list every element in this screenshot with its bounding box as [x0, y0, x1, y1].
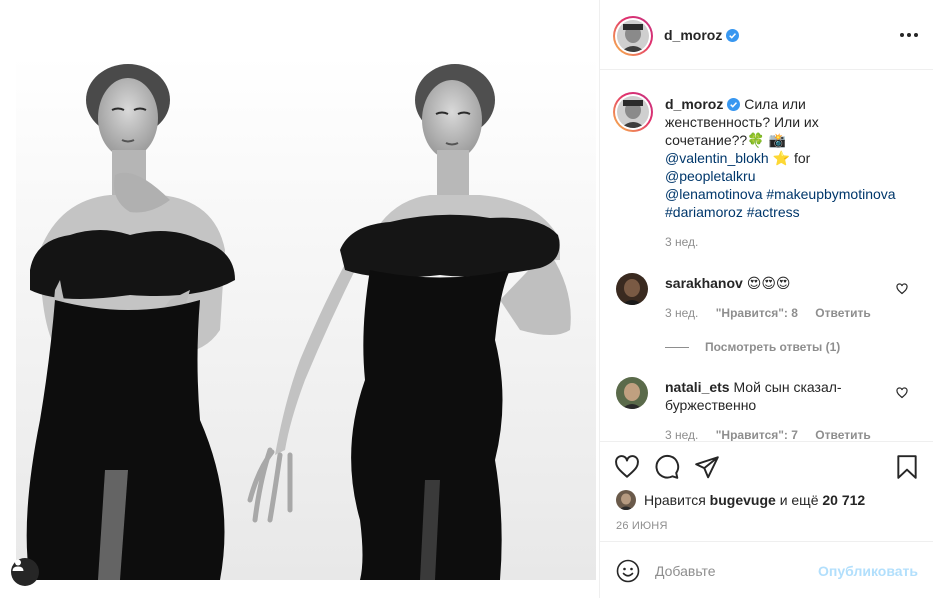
comment-username[interactable]: sarakhanov [665, 275, 743, 291]
comment-meta: 3 нед. "Нравится": 7 Ответить [665, 428, 885, 441]
post-photo[interactable] [0, 0, 599, 598]
post-header: d_moroz [600, 0, 933, 70]
hashtag-link[interactable]: #makeupbymotinova [766, 186, 895, 202]
comment-like-icon[interactable] [896, 283, 908, 295]
post-date[interactable]: 26 ИЮНЯ [616, 520, 668, 532]
reply-button[interactable]: Ответить [815, 306, 870, 320]
likes-count[interactable]: 20 712 [822, 492, 865, 508]
comment-composer: Опубликовать [600, 541, 933, 598]
reply-button[interactable]: Ответить [815, 428, 870, 441]
commenter-avatar[interactable] [616, 273, 648, 305]
commenter-avatar[interactable] [616, 377, 648, 409]
caption-text-3: сочетание??🍀 📸 [665, 132, 786, 148]
comments-list[interactable]: d_moroz Сила или женственность? Или их с… [600, 71, 933, 441]
comment-username[interactable]: natali_ets [665, 379, 730, 395]
author-username: d_moroz [664, 27, 723, 43]
comment-likes[interactable]: "Нравится": 8 [716, 306, 798, 320]
caption-author[interactable]: d_moroz [665, 96, 723, 112]
publish-button[interactable]: Опубликовать [818, 563, 918, 579]
comment-likes[interactable]: "Нравится": 7 [716, 428, 798, 441]
heart-icon[interactable] [614, 454, 640, 480]
mention-link[interactable]: @peopletalkru [665, 168, 756, 184]
hashtag-link[interactable]: #dariamoroz [665, 204, 743, 220]
comment-text: 😍😍😍 [746, 275, 791, 291]
comment-body: natali_ets Мой сын сказал- буржественно [665, 378, 875, 414]
author-avatar[interactable] [613, 16, 653, 56]
comment-meta: 3 нед. "Нравится": 8 Ответить [665, 306, 885, 320]
comment-input[interactable] [655, 560, 820, 582]
likes-middle: и ещё [779, 492, 819, 508]
comment-time[interactable]: 3 нед. [665, 306, 698, 320]
user-tag-icon[interactable] [11, 558, 39, 586]
mention-link[interactable]: @lenamotinova [665, 186, 763, 202]
likes-summary[interactable]: Нравится bugevuge и ещё 20 712 [616, 490, 865, 510]
post-panel: d_moroz d_moroz Сила или женственность? … [599, 0, 933, 598]
caption-for: for [793, 150, 811, 166]
caption-author-avatar[interactable] [613, 92, 653, 132]
comment-body: sarakhanov 😍😍😍 [665, 274, 875, 292]
view-replies-button[interactable]: Посмотреть ответы (1) [665, 340, 840, 354]
view-replies-label: Посмотреть ответы (1) [705, 340, 841, 354]
hashtag-link[interactable]: #actress [747, 204, 800, 220]
emoji-icon[interactable] [616, 559, 640, 583]
caption-text-2: женственность? Или их [665, 114, 819, 130]
share-icon[interactable] [694, 454, 720, 480]
post-caption: d_moroz Сила или женственность? Или их с… [665, 95, 915, 221]
verified-badge-icon [726, 29, 740, 42]
caption-timestamp[interactable]: 3 нед. [665, 235, 698, 249]
verified-badge-icon [727, 98, 741, 111]
comment-icon[interactable] [654, 454, 680, 480]
star-emoji: ⭐ [772, 150, 791, 166]
liker-username[interactable]: bugevuge [710, 492, 776, 508]
likes-prefix: Нравится [644, 492, 706, 508]
comment-like-icon[interactable] [896, 387, 908, 399]
bookmark-icon[interactable] [894, 454, 920, 480]
author-username-link[interactable]: d_moroz [664, 27, 740, 43]
photo-image [0, 0, 599, 598]
more-options-icon[interactable] [900, 30, 918, 40]
post-actions: Нравится bugevuge и ещё 20 712 26 ИЮНЯ [600, 441, 933, 541]
liker-avatar [616, 490, 636, 510]
caption-text-1: Сила или [744, 96, 806, 112]
comment-time[interactable]: 3 нед. [665, 428, 698, 441]
mention-link[interactable]: @valentin_blokh [665, 150, 769, 166]
